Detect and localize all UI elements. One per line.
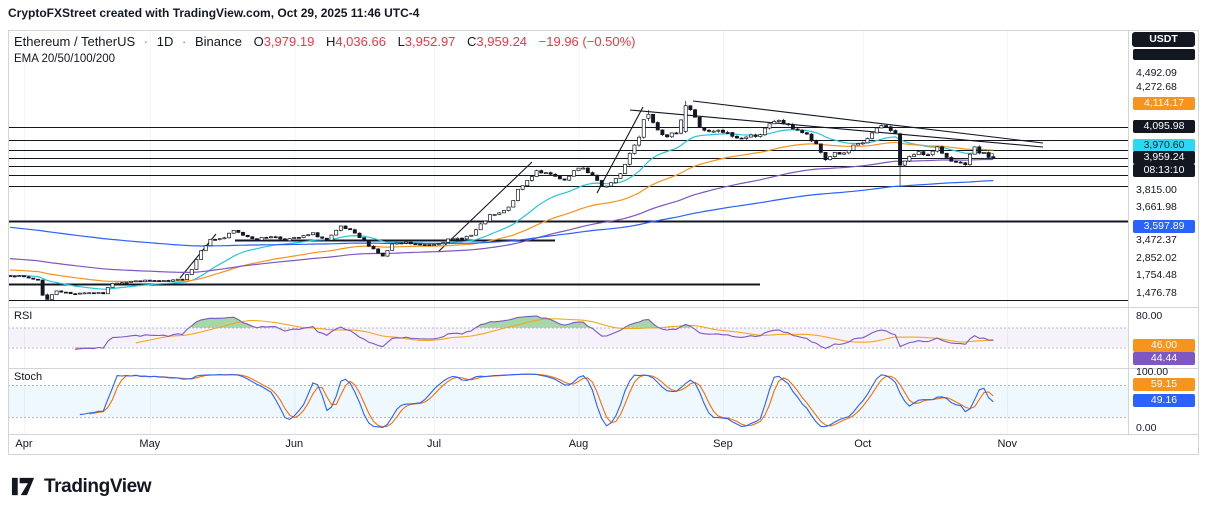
- ema-indicator-label[interactable]: EMA 20/50/100/200: [14, 53, 115, 65]
- price-scale[interactable]: USDT 4,492.094,272.68 4,114.17 4,095.98 3,9…: [1128, 30, 1199, 434]
- bar-countdown-badge: 08:13:10: [1133, 164, 1195, 177]
- month-label-aug: Aug: [562, 438, 596, 450]
- high-value: 4,036.66: [335, 34, 386, 49]
- price-badge-clipped: [1133, 49, 1195, 60]
- close-value: 3,959.24: [476, 34, 527, 49]
- open-value: 3,979.19: [264, 34, 315, 49]
- month-label-apr: Apr: [7, 438, 41, 450]
- stoch-pane-label[interactable]: Stoch: [14, 371, 42, 383]
- ema50-value-badge: 4,114.17: [1133, 97, 1195, 110]
- symbol-name[interactable]: Ethereum / TetherUS: [14, 34, 135, 49]
- price-level-3661: 3,661.98: [1136, 201, 1177, 214]
- exchange-name: Binance: [195, 34, 242, 49]
- month-label-jul: Jul: [417, 438, 451, 450]
- tradingview-logo-text: TradingView: [44, 476, 151, 498]
- rsi-scale-80: 80.00: [1136, 310, 1162, 323]
- chart-attribution: CryptoFXStreet created with TradingView.…: [8, 6, 419, 20]
- chart-canvas[interactable]: [8, 30, 1199, 455]
- price-level-3472: 3,472.37: [1136, 234, 1177, 247]
- rsi-value-badge: 44.44: [1133, 352, 1195, 365]
- open-label: O: [254, 34, 264, 49]
- current-price-badge: 3,959.24: [1133, 151, 1195, 164]
- month-label-jun: Jun: [277, 438, 311, 450]
- month-label-sep: Sep: [706, 438, 740, 450]
- ema200-value-badge: 3,597.89: [1133, 220, 1195, 233]
- stoch-d-value-badge: 59.15: [1133, 378, 1195, 391]
- rsi-ma-value-badge: 46.00: [1133, 339, 1195, 352]
- quote-currency-badge[interactable]: USDT: [1132, 32, 1195, 47]
- month-label-nov: Nov: [990, 438, 1024, 450]
- month-label-may: May: [133, 438, 167, 450]
- price-level-4095-badge: 4,095.98: [1133, 120, 1195, 133]
- tradingview-chart-screenshot: CryptoFXStreet created with TradingView.…: [0, 0, 1207, 516]
- price-level-3815: 3,815.00: [1136, 184, 1177, 197]
- stoch-k-value-badge: 49.16: [1133, 394, 1195, 407]
- price-level-2852: 2,852.02: [1136, 252, 1177, 265]
- tradingview-logo[interactable]: TradingView: [10, 473, 151, 500]
- stoch-scale-0: 0.00: [1136, 422, 1156, 435]
- price-level-1476: 1,476.78: [1136, 287, 1177, 300]
- rsi-pane-label[interactable]: RSI: [14, 310, 32, 322]
- tradingview-logo-icon: [10, 473, 37, 500]
- separator-dot: ·: [144, 34, 148, 49]
- price-level-1754: 1,754.48: [1136, 269, 1177, 282]
- low-label: L: [398, 34, 405, 49]
- high-label: H: [326, 34, 335, 49]
- price-change: −19.96 (−0.50%): [539, 34, 636, 49]
- price-level-4272: 4,272.68: [1136, 81, 1177, 94]
- separator-dot: ·: [182, 34, 186, 49]
- time-axis[interactable]: Apr May Jun Jul Aug Sep Oct Nov: [8, 434, 1199, 455]
- low-value: 3,952.97: [405, 34, 456, 49]
- month-label-oct: Oct: [846, 438, 880, 450]
- price-level-4492: 4,492.09: [1136, 67, 1177, 80]
- chart-frame: Ethereum / TetherUS · 1D · Binance O3,97…: [8, 30, 1199, 455]
- symbol-header[interactable]: Ethereum / TetherUS · 1D · Binance O3,97…: [14, 34, 636, 49]
- timeframe[interactable]: 1D: [157, 34, 174, 49]
- close-label: C: [467, 34, 476, 49]
